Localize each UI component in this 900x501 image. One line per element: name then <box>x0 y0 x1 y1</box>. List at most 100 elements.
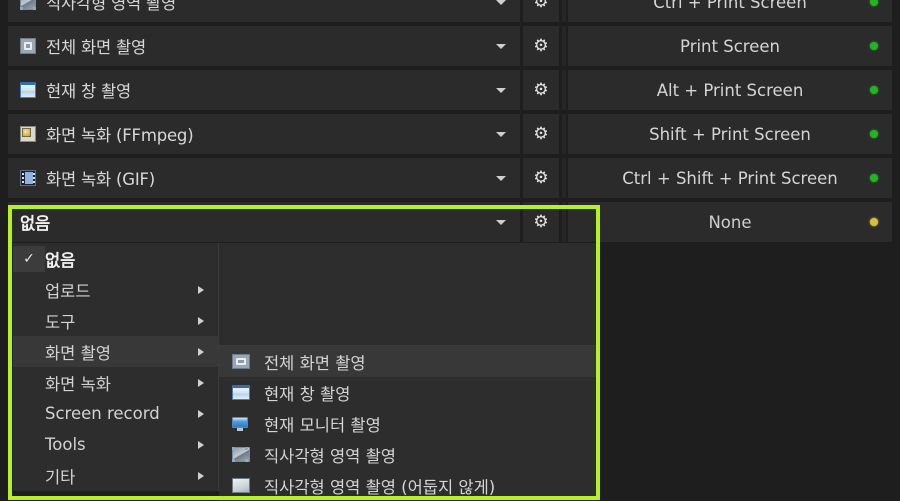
task-dropdown-menu[interactable]: ✓ 없음업로드도구화면 촬영화면 녹화 Screen record Tools 기타 <box>13 243 219 491</box>
row-spacer-cell <box>562 202 566 242</box>
hotkey-label: None <box>708 212 752 232</box>
screen-record-ffmpeg-icon <box>20 126 36 142</box>
menu-item-1[interactable]: 업로드 <box>13 274 218 305</box>
hotkey-label: Ctrl + Print Screen <box>653 0 807 12</box>
gear-icon: ⚙ <box>533 79 549 100</box>
task-label: 직사각형 영역 촬영 <box>46 0 176 13</box>
hotkey-button-0[interactable]: Ctrl + Print Screen <box>568 0 892 22</box>
task-label: 화면 녹화 (GIF) <box>46 170 156 189</box>
gear-icon: ⚙ <box>533 35 549 56</box>
submenu-item-label: 현재 모니터 촬영 <box>264 415 381 435</box>
row-spacer-cell <box>562 114 566 154</box>
submenu-item-4[interactable]: 직사각형 영역 촬영 (어둡지 않게) <box>219 470 596 501</box>
submenu-item-3[interactable]: 직사각형 영역 촬영 <box>219 439 596 470</box>
hotkey-button-4[interactable]: Ctrl + Shift + Print Screen <box>568 158 892 198</box>
gear-icon: ⚙ <box>533 167 549 188</box>
chevron-down-icon[interactable] <box>496 88 506 93</box>
task-settings-button-1[interactable]: ⚙ <box>523 26 559 66</box>
chevron-right-icon <box>198 347 204 356</box>
menu-item-0[interactable]: ✓ 없음 <box>13 243 218 274</box>
task-selector-2[interactable]: 현재 창 촬영 <box>8 70 520 110</box>
gear-icon: ⚙ <box>533 123 549 144</box>
menu-item-label: Tools <box>45 435 86 454</box>
hotkey-task-table: 직사각형 영역 촬영 ⚙ Ctrl + Print Screen 전체 화면 촬영 ⚙ P… <box>0 0 900 244</box>
hotkey-button-3[interactable]: Shift + Print Screen <box>568 114 892 154</box>
hotkey-settings-window: 직사각형 영역 촬영 ⚙ Ctrl + Print Screen 전체 화면 촬영 ⚙ P… <box>0 0 900 501</box>
task-selector-4[interactable]: 화면 녹화 (GIF) <box>8 158 520 198</box>
hotkey-row: 전체 화면 촬영 ⚙ Print Screen <box>0 24 900 68</box>
hotkey-button-2[interactable]: Alt + Print Screen <box>568 70 892 110</box>
task-selector-1[interactable]: 전체 화면 촬영 <box>8 26 520 66</box>
chevron-right-icon <box>198 440 204 449</box>
submenu-item-label: 현재 창 촬영 <box>264 384 351 404</box>
task-label: 없음 <box>20 214 50 233</box>
menu-item-label: 업로드 <box>45 281 91 301</box>
rectangle-region-capture-icon <box>20 0 36 10</box>
submenu-item-2[interactable]: 현재 모니터 촬영 <box>219 408 596 439</box>
menu-item-label: 없음 <box>45 250 76 270</box>
submenu-item-1[interactable]: 현재 창 촬영 <box>219 377 596 408</box>
submenu-item-label: 전체 화면 촬영 <box>264 353 366 373</box>
chevron-right-icon <box>198 471 204 480</box>
hotkey-row: 현재 창 촬영 ⚙ Alt + Print Screen <box>0 68 900 112</box>
task-settings-button-5[interactable]: ⚙ <box>523 202 559 242</box>
task-selector-0[interactable]: 직사각형 영역 촬영 <box>8 0 520 22</box>
hotkey-label: Alt + Print Screen <box>656 80 804 100</box>
rectangle-region-capture-icon <box>232 447 250 462</box>
chevron-right-icon <box>198 409 204 418</box>
menu-item-7[interactable]: 기타 <box>13 460 218 491</box>
screen-record-gif-icon <box>20 170 36 186</box>
hotkey-label: Print Screen <box>680 36 780 56</box>
gear-icon: ⚙ <box>533 0 549 12</box>
fullscreen-capture-icon <box>232 354 250 369</box>
task-settings-button-0[interactable]: ⚙ <box>523 0 559 22</box>
chevron-down-icon[interactable] <box>496 220 506 225</box>
screen-capture-submenu[interactable]: 전체 화면 촬영현재 창 촬영현재 모니터 촬영직사각형 영역 촬영 직사각형 영… <box>219 345 596 501</box>
menu-item-label: Screen record <box>45 404 160 423</box>
active-monitor-capture-icon <box>232 416 250 431</box>
check-icon: ✓ <box>13 245 45 272</box>
hotkey-button-1[interactable]: Print Screen <box>568 26 892 66</box>
hotkey-button-5[interactable]: None <box>568 202 892 242</box>
row-spacer-cell <box>562 70 566 110</box>
hotkey-row: 화면 녹화 (GIF) ⚙ Ctrl + Shift + Print Screen <box>0 156 900 200</box>
chevron-right-icon <box>198 285 204 294</box>
menu-item-label: 기타 <box>45 467 76 487</box>
menu-item-4[interactable]: 화면 녹화 <box>13 367 218 398</box>
row-spacer-cell <box>562 26 566 66</box>
task-selector-5[interactable]: 없음 <box>8 202 520 242</box>
task-label: 전체 화면 촬영 <box>46 38 146 57</box>
task-settings-button-3[interactable]: ⚙ <box>523 114 559 154</box>
chevron-down-icon[interactable] <box>496 176 506 181</box>
status-badge <box>870 130 878 138</box>
row-spacer-cell <box>562 158 566 198</box>
task-settings-button-2[interactable]: ⚙ <box>523 70 559 110</box>
menu-item-6[interactable]: Tools <box>13 429 218 460</box>
row-spacer-cell <box>562 0 566 22</box>
chevron-down-icon[interactable] <box>496 44 506 49</box>
task-label: 현재 창 촬영 <box>46 82 131 101</box>
active-window-capture-icon <box>232 385 250 400</box>
status-badge <box>870 0 878 6</box>
menu-item-label: 도구 <box>45 312 76 332</box>
gear-icon: ⚙ <box>533 211 549 232</box>
hotkey-label: Ctrl + Shift + Print Screen <box>622 168 838 188</box>
status-badge <box>870 86 878 94</box>
menu-item-label: 화면 녹화 <box>45 374 111 394</box>
task-label: 화면 녹화 (FFmpeg) <box>46 126 194 145</box>
menu-item-2[interactable]: 도구 <box>13 305 218 336</box>
chevron-down-icon[interactable] <box>496 132 506 137</box>
fullscreen-capture-icon <box>20 38 36 54</box>
task-settings-button-4[interactable]: ⚙ <box>523 158 559 198</box>
chevron-right-icon <box>198 378 204 387</box>
menu-item-label: 화면 촬영 <box>45 343 111 363</box>
submenu-item-0[interactable]: 전체 화면 촬영 <box>219 346 596 377</box>
task-selector-3[interactable]: 화면 녹화 (FFmpeg) <box>8 114 520 154</box>
chevron-down-icon[interactable] <box>496 0 506 5</box>
hotkey-row: 없음 ⚙ None <box>0 200 900 244</box>
status-badge <box>870 174 878 182</box>
chevron-right-icon <box>198 316 204 325</box>
menu-item-3[interactable]: 화면 촬영 <box>13 336 218 367</box>
menu-item-5[interactable]: Screen record <box>13 398 218 429</box>
status-badge <box>870 218 878 226</box>
